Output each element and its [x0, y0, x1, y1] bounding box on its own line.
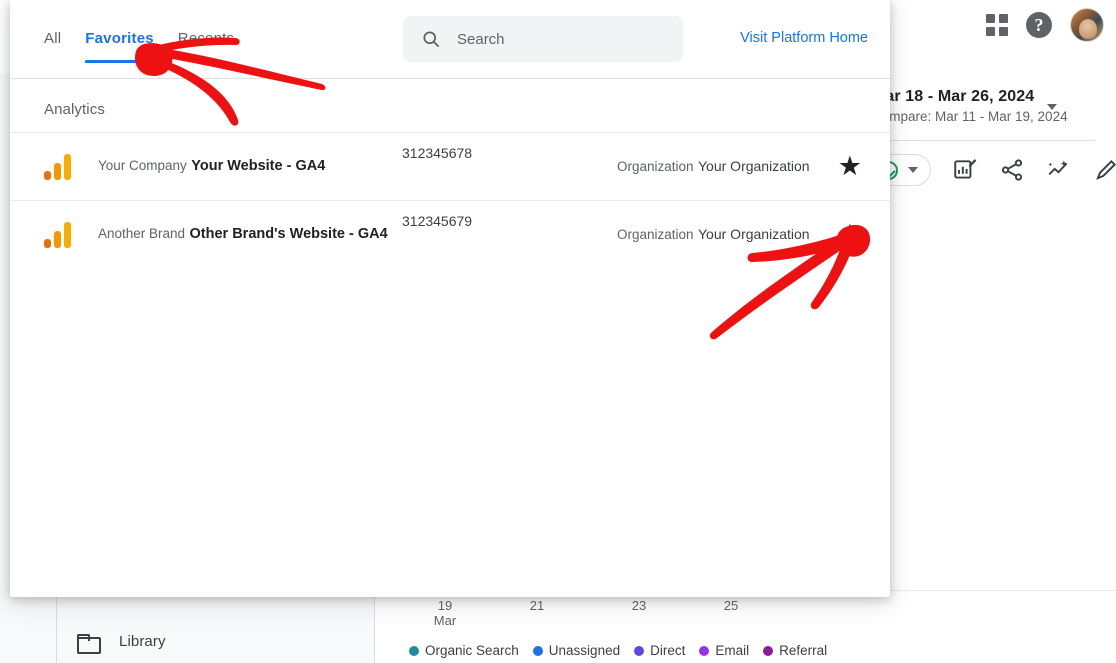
legend-dot-icon [634, 645, 645, 656]
account-names: Another Brand Other Brand's Website - GA… [72, 224, 402, 245]
date-range-compare: Compare: Mar 11 - Mar 19, 2024 [872, 109, 1068, 124]
account-property-name: Other Brand's Website - GA4 [189, 226, 388, 242]
timeseries-legend: Organic Search Unassigned Direct Email R… [409, 643, 827, 658]
xtick-0: 19 Mar [433, 598, 457, 628]
share-icon[interactable] [999, 157, 1025, 183]
account-switcher-header: All Favorites Recents Visit Platform Hom… [10, 0, 890, 78]
xtick-3: 25 [723, 598, 739, 613]
help-icon[interactable]: ? [1026, 12, 1052, 38]
account-names: Your Company Your Website - GA4 [72, 156, 402, 177]
legend-label: Email [715, 643, 750, 658]
header-divider [872, 140, 1095, 141]
favorite-star-icon[interactable]: ★ [838, 153, 868, 180]
sidebar-item-library[interactable]: Library [77, 633, 166, 654]
xtick-1: 21 [529, 598, 545, 613]
account-id: 312345678 [402, 145, 473, 161]
account-switcher-panel: All Favorites Recents Visit Platform Hom… [10, 0, 890, 597]
organization-label: Organization [617, 227, 694, 242]
legend-dot-icon [699, 645, 710, 656]
chevron-down-icon[interactable] [908, 167, 918, 173]
legend-label: Referral [779, 643, 828, 658]
visit-platform-home-link[interactable]: Visit Platform Home [740, 30, 868, 46]
legend-label: Direct [650, 643, 686, 658]
legend-dot-icon [763, 645, 774, 656]
account-parent-name: Another Brand [98, 226, 186, 241]
organization-label: Organization [617, 159, 694, 174]
folder-icon [77, 633, 101, 654]
legend-item[interactable]: Unassigned [532, 643, 621, 658]
legend-dot-icon [409, 645, 419, 656]
account-property-name: Your Website - GA4 [191, 158, 326, 174]
account-row[interactable]: Another Brand Other Brand's Website - GA… [10, 200, 890, 268]
organization-name: Your Organization [698, 158, 810, 174]
google-analytics-icon [44, 153, 72, 180]
apps-grid-icon[interactable] [986, 14, 1008, 36]
tab-all[interactable]: All [32, 30, 73, 63]
account-switcher-tabs: All Favorites Recents [32, 30, 246, 63]
xtick-2: 23 [631, 598, 647, 613]
top-bar-icons: ? [986, 8, 1104, 42]
legend-item[interactable]: Direct [634, 643, 685, 658]
tab-favorites[interactable]: Favorites [73, 30, 166, 63]
section-label-analytics: Analytics [44, 101, 105, 118]
search-box[interactable] [403, 16, 683, 62]
legend-item[interactable]: Email [699, 643, 749, 658]
google-analytics-icon [44, 221, 72, 248]
legend-label: Organic Search [425, 643, 519, 658]
insights-icon[interactable] [952, 157, 978, 183]
legend-item[interactable]: Organic Search [409, 643, 519, 658]
edit-pencil-icon[interactable] [1093, 157, 1116, 183]
account-id: 312345679 [402, 213, 473, 229]
user-avatar[interactable] [1070, 8, 1104, 42]
chevron-down-icon[interactable] [1047, 104, 1057, 110]
screen: ? Library Mar 18 - Mar 26, 2024 Compare:… [0, 0, 1116, 663]
tab-recents[interactable]: Recents [166, 30, 246, 63]
account-parent-name: Your Company [98, 158, 187, 173]
search-icon [423, 31, 439, 47]
legend-dot-icon [532, 645, 543, 656]
sidebar-item-label: Library [119, 633, 166, 650]
timeseries-xticks: 19 Mar 21 23 25 [375, 598, 1116, 638]
report-toolbar [870, 154, 1116, 186]
legend-label: Unassigned [548, 643, 621, 658]
account-organization: Organization Your Organization [617, 224, 838, 245]
search-input[interactable] [457, 30, 657, 48]
favorite-star-icon[interactable]: ★ [838, 221, 868, 248]
account-organization: Organization Your Organization [617, 156, 838, 177]
compare-icon[interactable] [1046, 157, 1072, 183]
organization-name: Your Organization [698, 226, 810, 242]
legend-item[interactable]: Referral [763, 643, 827, 658]
account-row[interactable]: Your Company Your Website - GA4 31234567… [10, 132, 890, 200]
